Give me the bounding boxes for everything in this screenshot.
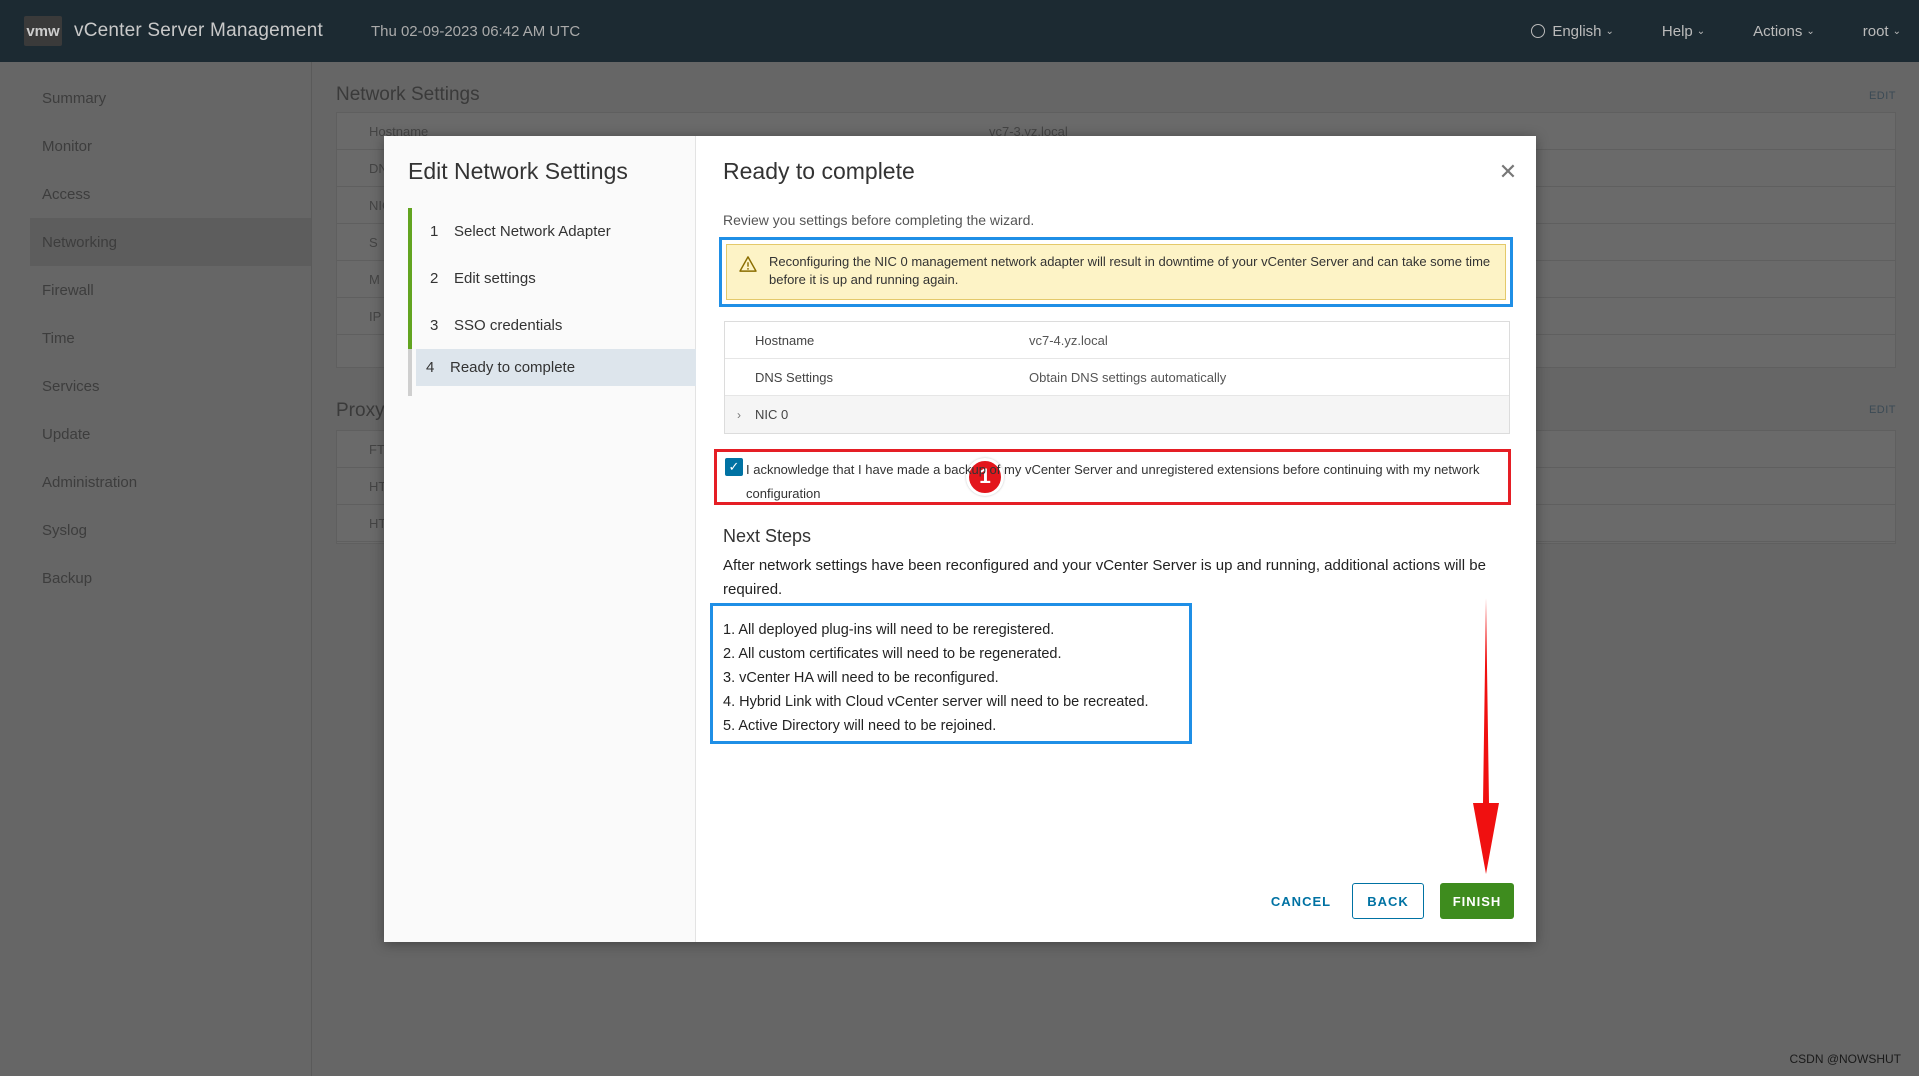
wizard-step-3[interactable]: 3 SSO credentials (408, 302, 696, 349)
chevron-down-icon: ⌄ (1806, 25, 1815, 37)
annotation-highlight-ack: ✓ I acknowledge that I have made a backu… (714, 449, 1511, 505)
list-item: 5. Active Directory will need to be rejo… (723, 718, 997, 734)
network-settings-title: Network Settings (336, 84, 480, 105)
review-text: Review you settings before completing th… (723, 212, 1035, 228)
sidebar-item-time[interactable]: Time (0, 314, 311, 362)
step-number: 4 (426, 359, 435, 376)
wizard-step-1[interactable]: 1 Select Network Adapter (408, 208, 696, 255)
acknowledge-label[interactable]: I acknowledge that I have made a backup … (746, 458, 1506, 506)
sidebar-item-backup[interactable]: Backup (0, 554, 311, 602)
sidebar-item-monitor[interactable]: Monitor (0, 122, 311, 170)
nic-expandable-row[interactable]: › NIC 0 (725, 396, 1509, 433)
step-label: Select Network Adapter (454, 223, 611, 240)
step-number: 3 (430, 317, 439, 334)
close-icon[interactable]: ✕ (1498, 161, 1518, 183)
next-steps-title: Next Steps (723, 526, 812, 546)
actions-menu[interactable]: Actions ⌄ (1753, 23, 1815, 40)
proxy-edit-link[interactable]: EDIT (1869, 404, 1896, 416)
sidebar-item-summary[interactable]: Summary (0, 74, 311, 122)
sidebar-item-access[interactable]: Access (0, 170, 311, 218)
annotation-arrow-icon (1473, 598, 1499, 874)
next-steps-description: After network settings have been reconfi… (723, 557, 1486, 598)
warning-alert: Reconfiguring the NIC 0 management netwo… (726, 244, 1506, 300)
hostname-value: vc7-4.yz.local (1029, 332, 1108, 348)
finish-button[interactable]: FINISH (1440, 883, 1514, 919)
wizard-content: Ready to complete ✕ Review you settings … (696, 136, 1536, 942)
step-label: Edit settings (454, 270, 536, 287)
header-datetime: Thu 02-09-2023 06:42 AM UTC (370, 22, 581, 40)
content-title: Ready to complete (723, 158, 915, 184)
list-item: 1. All deployed plug-ins will need to be… (723, 622, 1055, 638)
chevron-down-icon: ⌄ (1696, 25, 1706, 37)
sidebar-item-administration[interactable]: Administration (0, 458, 311, 506)
list-item: 3. vCenter HA will need to be reconfigur… (723, 670, 999, 686)
language-menu[interactable]: English ⌄ (1531, 23, 1614, 40)
table-row: DNS Settings Obtain DNS settings automat… (725, 359, 1509, 396)
step-label: SSO credentials (454, 317, 563, 334)
wizard-nav: Edit Network Settings 1 Select Network A… (384, 136, 696, 942)
help-label: Help (1661, 22, 1693, 40)
summary-table: Hostname vc7-4.yz.local DNS Settings Obt… (724, 321, 1510, 434)
globe-icon (1531, 24, 1546, 38)
sidebar-item-firewall[interactable]: Firewall (0, 266, 311, 314)
annotation-highlight-warning: Reconfiguring the NIC 0 management netwo… (719, 237, 1513, 307)
vmw-logo: vmw (24, 16, 62, 46)
user-menu[interactable]: root ⌄ (1863, 23, 1901, 40)
wizard-step-2[interactable]: 2 Edit settings (408, 255, 696, 302)
app-header: vmw vCenter Server Management Thu 02-09-… (0, 0, 1919, 62)
warning-icon (739, 256, 757, 272)
wizard-title: Edit Network Settings (408, 158, 628, 184)
help-menu[interactable]: Help ⌄ (1662, 23, 1705, 40)
cancel-button[interactable]: CANCEL (1266, 883, 1336, 919)
back-button[interactable]: BACK (1352, 883, 1424, 919)
language-label: English (1552, 22, 1602, 40)
list-item: 2. All custom certificates will need to … (723, 646, 1062, 662)
table-row: Hostname vc7-4.yz.local (725, 322, 1509, 359)
hostname-label: Hostname (755, 332, 815, 348)
chevron-right-icon[interactable]: › (725, 408, 755, 422)
step-number: 1 (430, 223, 439, 240)
annotation-highlight-next-steps: 1. All deployed plug-ins will need to be… (710, 603, 1192, 744)
dns-value: Obtain DNS settings automatically (1029, 369, 1227, 385)
step-label: Ready to complete (450, 359, 576, 376)
app-title: vCenter Server Management (74, 20, 323, 41)
actions-label: Actions (1753, 22, 1803, 40)
chevron-down-icon: ⌄ (1892, 25, 1901, 37)
chevron-down-icon: ⌄ (1605, 25, 1614, 37)
sidebar-item-update[interactable]: Update (0, 410, 311, 458)
step-number: 2 (430, 270, 439, 287)
dns-label: DNS Settings (755, 369, 834, 385)
nic-label: NIC 0 (755, 407, 789, 422)
list-item: 4. Hybrid Link with Cloud vCenter server… (723, 694, 1149, 710)
user-label: root (1862, 22, 1889, 40)
acknowledge-checkbox[interactable]: ✓ (725, 458, 743, 476)
edit-network-settings-modal: Edit Network Settings 1 Select Network A… (384, 136, 1536, 942)
wizard-steps: 1 Select Network Adapter 2 Edit settings… (408, 208, 696, 396)
wizard-step-4[interactable]: 4 Ready to complete (408, 349, 696, 396)
sidebar-item-services[interactable]: Services (0, 362, 311, 410)
warning-text: Reconfiguring the NIC 0 management netwo… (769, 254, 1491, 287)
watermark-credit: CSDN @NOWSHUT (1789, 1052, 1901, 1066)
network-edit-link[interactable]: EDIT (1869, 90, 1896, 102)
sidebar: Summary Monitor Access Networking Firewa… (0, 62, 312, 1076)
sidebar-item-networking[interactable]: Networking (30, 218, 311, 266)
sidebar-item-syslog[interactable]: Syslog (0, 506, 311, 554)
